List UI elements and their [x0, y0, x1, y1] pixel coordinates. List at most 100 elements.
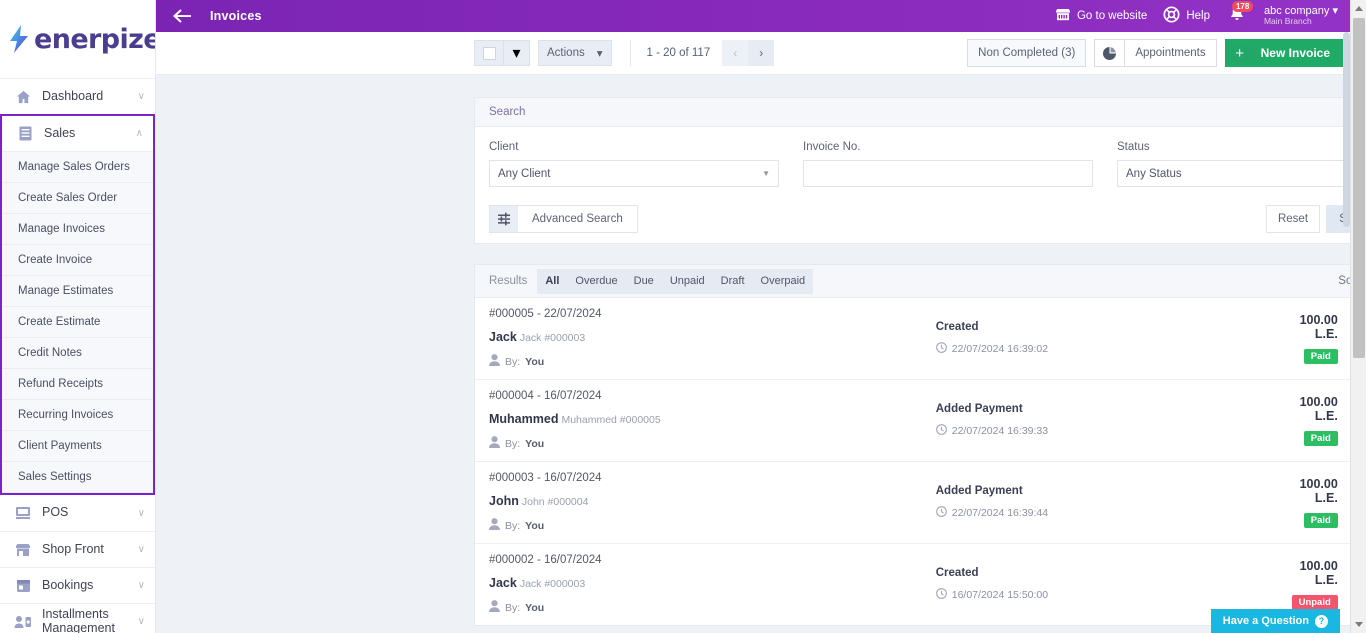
- client-name: Jack: [489, 576, 517, 590]
- sidebar-label-sales: Sales: [44, 125, 76, 140]
- collapse-sidebar-icon[interactable]: [156, 9, 210, 23]
- people-icon: [12, 615, 34, 629]
- app-root: enerpize Dashboard ∨ Sales ∧ Manage Sale…: [0, 0, 1366, 633]
- sidebar-item-refund-receipts[interactable]: Refund Receipts: [2, 369, 153, 400]
- status-badge: Paid: [1303, 349, 1338, 364]
- activity-timestamp-wrap: 22/07/2024 16:39:33: [935, 424, 1275, 438]
- sidebar-item-create-sales-order[interactable]: Create Sales Order: [2, 183, 153, 214]
- have-a-question-label: Have a Question: [1222, 615, 1309, 627]
- content-scrollbar[interactable]: [1343, 32, 1350, 227]
- activity-timestamp-wrap: 16/07/2024 15:50:00: [935, 588, 1275, 602]
- invoice-client: John John #000004: [489, 492, 936, 510]
- actions-button[interactable]: Actions ▾: [538, 40, 612, 66]
- sidebar-item-recurring-invoices[interactable]: Recurring Invoices: [2, 400, 153, 431]
- lightning-bolt-icon: [8, 24, 30, 54]
- author-name: You: [525, 437, 545, 450]
- tab-unpaid[interactable]: Unpaid: [662, 269, 713, 294]
- help-link[interactable]: Help: [1163, 6, 1210, 26]
- sidebar-item-sales-settings[interactable]: Sales Settings: [2, 462, 153, 493]
- tab-overdue[interactable]: Overdue: [567, 269, 625, 294]
- activity-label: Added Payment: [935, 403, 1023, 415]
- invoice-number: #000004 - 16/07/2024: [489, 390, 602, 402]
- new-invoice-button[interactable]: + New Invoice: [1224, 39, 1344, 67]
- sidebar-item-pos[interactable]: POS ∨: [0, 495, 155, 531]
- field-invoice-no: Invoice No.: [803, 141, 1093, 187]
- sidebar-label-dashboard: Dashboard: [42, 88, 104, 103]
- invoice-no-input[interactable]: [803, 160, 1093, 187]
- have-a-question-widget[interactable]: Have a Question ?: [1210, 609, 1340, 633]
- next-page-button[interactable]: ›: [748, 40, 775, 66]
- activity-timestamp-wrap: 22/07/2024 16:39:44: [935, 506, 1275, 520]
- action-toolbar: ▾ Actions ▾ 1 - 20 of 117 ‹ › Non Comple…: [156, 32, 1366, 75]
- status-select[interactable]: Any Status ▼: [1117, 160, 1366, 187]
- invoice-number: #000005 - 22/07/2024: [489, 308, 602, 320]
- author-name: You: [525, 355, 545, 368]
- sidebar-label-shop-front: Shop Front: [42, 541, 104, 556]
- row-activity: Created 22/07/2024 16:39:02: [936, 321, 1275, 356]
- status-badge: Paid: [1303, 513, 1338, 528]
- row-activity: Created 16/07/2024 15:50:00: [936, 567, 1275, 602]
- tab-due[interactable]: Due: [626, 269, 662, 294]
- tab-draft[interactable]: Draft: [713, 269, 753, 294]
- invoice-amount: 100.00 L.E.: [1299, 559, 1338, 587]
- main-area: Invoices Go to website Help 178 abc comp…: [156, 0, 1366, 633]
- scroll-up-arrow-icon[interactable]: [1355, 6, 1363, 11]
- chevron-down-icon: ∨: [137, 91, 145, 102]
- table-row[interactable]: #000003 - 16/07/2024 John John #000004 By: Y…: [475, 462, 1366, 544]
- pagination: 1 - 20 of 117 ‹ ›: [629, 40, 775, 66]
- go-to-website-link[interactable]: Go to website: [1055, 8, 1147, 24]
- client-select[interactable]: Any Client ▼: [489, 160, 779, 187]
- invoice-author: By: You: [489, 354, 936, 369]
- select-all-checkbox[interactable]: [474, 40, 504, 66]
- pie-chart-icon: [1094, 39, 1125, 67]
- chevron-down-icon: ▾: [596, 48, 603, 60]
- amount-block: 100.00 L.E. Paid: [1275, 477, 1338, 528]
- scroll-down-arrow-icon[interactable]: [1355, 622, 1363, 627]
- sidebar-item-credit-notes[interactable]: Credit Notes: [2, 338, 153, 369]
- storefront-icon: [1055, 8, 1071, 24]
- tab-all[interactable]: All: [537, 269, 567, 294]
- scrollbar-thumb[interactable]: [1353, 18, 1365, 358]
- user-icon: [489, 354, 500, 369]
- company-menu[interactable]: abc company ▾ Main Branch: [1264, 5, 1338, 27]
- lifebuoy-icon: [1163, 6, 1180, 26]
- select-all-dropdown[interactable]: ▾: [504, 40, 530, 66]
- brand-name: enerpize: [34, 23, 156, 55]
- advanced-search-button[interactable]: Advanced Search: [489, 205, 638, 233]
- activity-timestamp-wrap: 22/07/2024 16:39:02: [935, 342, 1275, 356]
- sidebar-item-bookings[interactable]: Bookings ∨: [0, 567, 155, 603]
- sidebar-item-create-invoice[interactable]: Create Invoice: [2, 245, 153, 276]
- amount-block: 100.00 L.E. Paid: [1275, 313, 1338, 364]
- plus-icon: +: [1224, 44, 1255, 62]
- home-icon: [12, 90, 34, 104]
- chevron-down-icon: ∨: [137, 616, 145, 627]
- client-label: Client: [489, 141, 519, 153]
- sidebar-item-manage-invoices[interactable]: Manage Invoices: [2, 214, 153, 245]
- sidebar-item-dashboard[interactable]: Dashboard ∨: [0, 78, 155, 114]
- prev-page-button[interactable]: ‹: [722, 40, 749, 66]
- sidebar-item-manage-estimates[interactable]: Manage Estimates: [2, 276, 153, 307]
- non-completed-button[interactable]: Non Completed (3): [967, 39, 1087, 67]
- tab-overpaid[interactable]: Overpaid: [753, 269, 814, 294]
- notifications-button[interactable]: 178: [1226, 0, 1254, 28]
- toolbar-right-actions: Non Completed (3) Appointments + New Inv…: [967, 39, 1344, 67]
- invoice-amount: 100.00 L.E.: [1299, 477, 1338, 505]
- table-row[interactable]: #000005 - 22/07/2024 Jack Jack #000003 By: Y…: [475, 298, 1366, 380]
- amount-block: 100.00 L.E. Unpaid: [1275, 559, 1338, 610]
- appointments-button[interactable]: Appointments: [1094, 39, 1217, 67]
- brand-logo[interactable]: enerpize: [0, 0, 155, 78]
- by-prefix: By:: [505, 519, 521, 532]
- notification-count-badge: 178: [1231, 0, 1254, 13]
- browser-scrollbar[interactable]: [1350, 0, 1366, 633]
- reset-button[interactable]: Reset: [1266, 205, 1320, 233]
- sidebar-item-installments-management[interactable]: Installments Management ∨: [0, 603, 155, 633]
- status-label: Status: [1117, 141, 1150, 153]
- sidebar-item-shop-front[interactable]: Shop Front ∨: [0, 531, 155, 567]
- author-name: You: [525, 601, 545, 614]
- sidebar-item-manage-sales-orders[interactable]: Manage Sales Orders: [2, 152, 153, 183]
- sidebar-item-sales[interactable]: Sales ∧: [2, 116, 153, 152]
- table-row[interactable]: #000004 - 16/07/2024 Muhammed Muhammed #00…: [475, 380, 1366, 462]
- sidebar-item-create-estimate[interactable]: Create Estimate: [2, 307, 153, 338]
- status-badge: Unpaid: [1291, 595, 1338, 610]
- sidebar-item-client-payments[interactable]: Client Payments: [2, 431, 153, 462]
